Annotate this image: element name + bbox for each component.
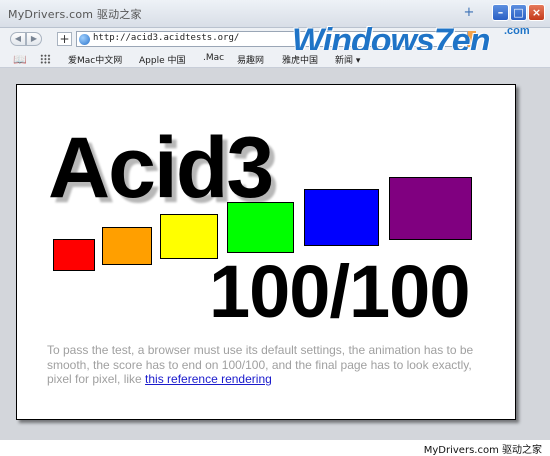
- bookmarks-bar: 📖 爱Mac中文网 Apple 中国 .Mac 易趣网 雅虎中国 新闻 ▾: [0, 50, 550, 68]
- color-box-red: [53, 239, 95, 271]
- address-bar-url[interactable]: http://acid3.acidtests.org/: [93, 33, 239, 43]
- color-box-orange: [102, 227, 152, 265]
- minimize-icon[interactable]: –: [492, 4, 509, 21]
- book-icon[interactable]: 📖: [13, 53, 27, 66]
- bookmark-item[interactable]: Apple 中国: [139, 53, 185, 66]
- bookmark-item[interactable]: 雅虎中国: [282, 53, 318, 66]
- bookmark-item[interactable]: .Mac: [203, 53, 224, 63]
- score-text: 100/100: [209, 250, 470, 333]
- browser-window: MyDrivers.com 驱动之家 + – □ × ◀ ▶ + http://…: [0, 0, 550, 456]
- bookmark-item[interactable]: 易趣网: [237, 53, 264, 66]
- color-box-blue: [304, 189, 379, 246]
- close-icon[interactable]: ×: [528, 4, 545, 21]
- content-area: Acid3 100/100 To pass the test, a browse…: [0, 68, 550, 440]
- grid-icon[interactable]: [40, 54, 51, 64]
- watermark-logo-suffix: .com: [504, 25, 530, 37]
- bookmark-item[interactable]: 爱Mac中文网: [68, 53, 122, 66]
- test-description: To pass the test, a browser must use its…: [47, 343, 487, 387]
- reference-rendering-link[interactable]: this reference rendering: [145, 372, 272, 386]
- color-box-purple: [389, 177, 472, 240]
- window-title: MyDrivers.com 驱动之家: [8, 8, 142, 21]
- plus-icon[interactable]: +: [462, 6, 476, 20]
- back-arrow-icon[interactable]: ◀: [10, 32, 26, 46]
- page-title: Acid3: [48, 120, 274, 216]
- status-bar: MyDrivers.com 驱动之家: [0, 440, 550, 456]
- bookmark-item[interactable]: 新闻 ▾: [335, 53, 360, 66]
- add-bookmark-button[interactable]: +: [57, 32, 72, 46]
- status-text: MyDrivers.com 驱动之家: [423, 445, 542, 456]
- maximize-icon[interactable]: □: [510, 4, 527, 21]
- forward-arrow-icon[interactable]: ▶: [26, 32, 42, 46]
- color-box-lime: [227, 202, 294, 253]
- globe-icon: [79, 34, 90, 45]
- acid3-page: Acid3 100/100 To pass the test, a browse…: [16, 84, 516, 420]
